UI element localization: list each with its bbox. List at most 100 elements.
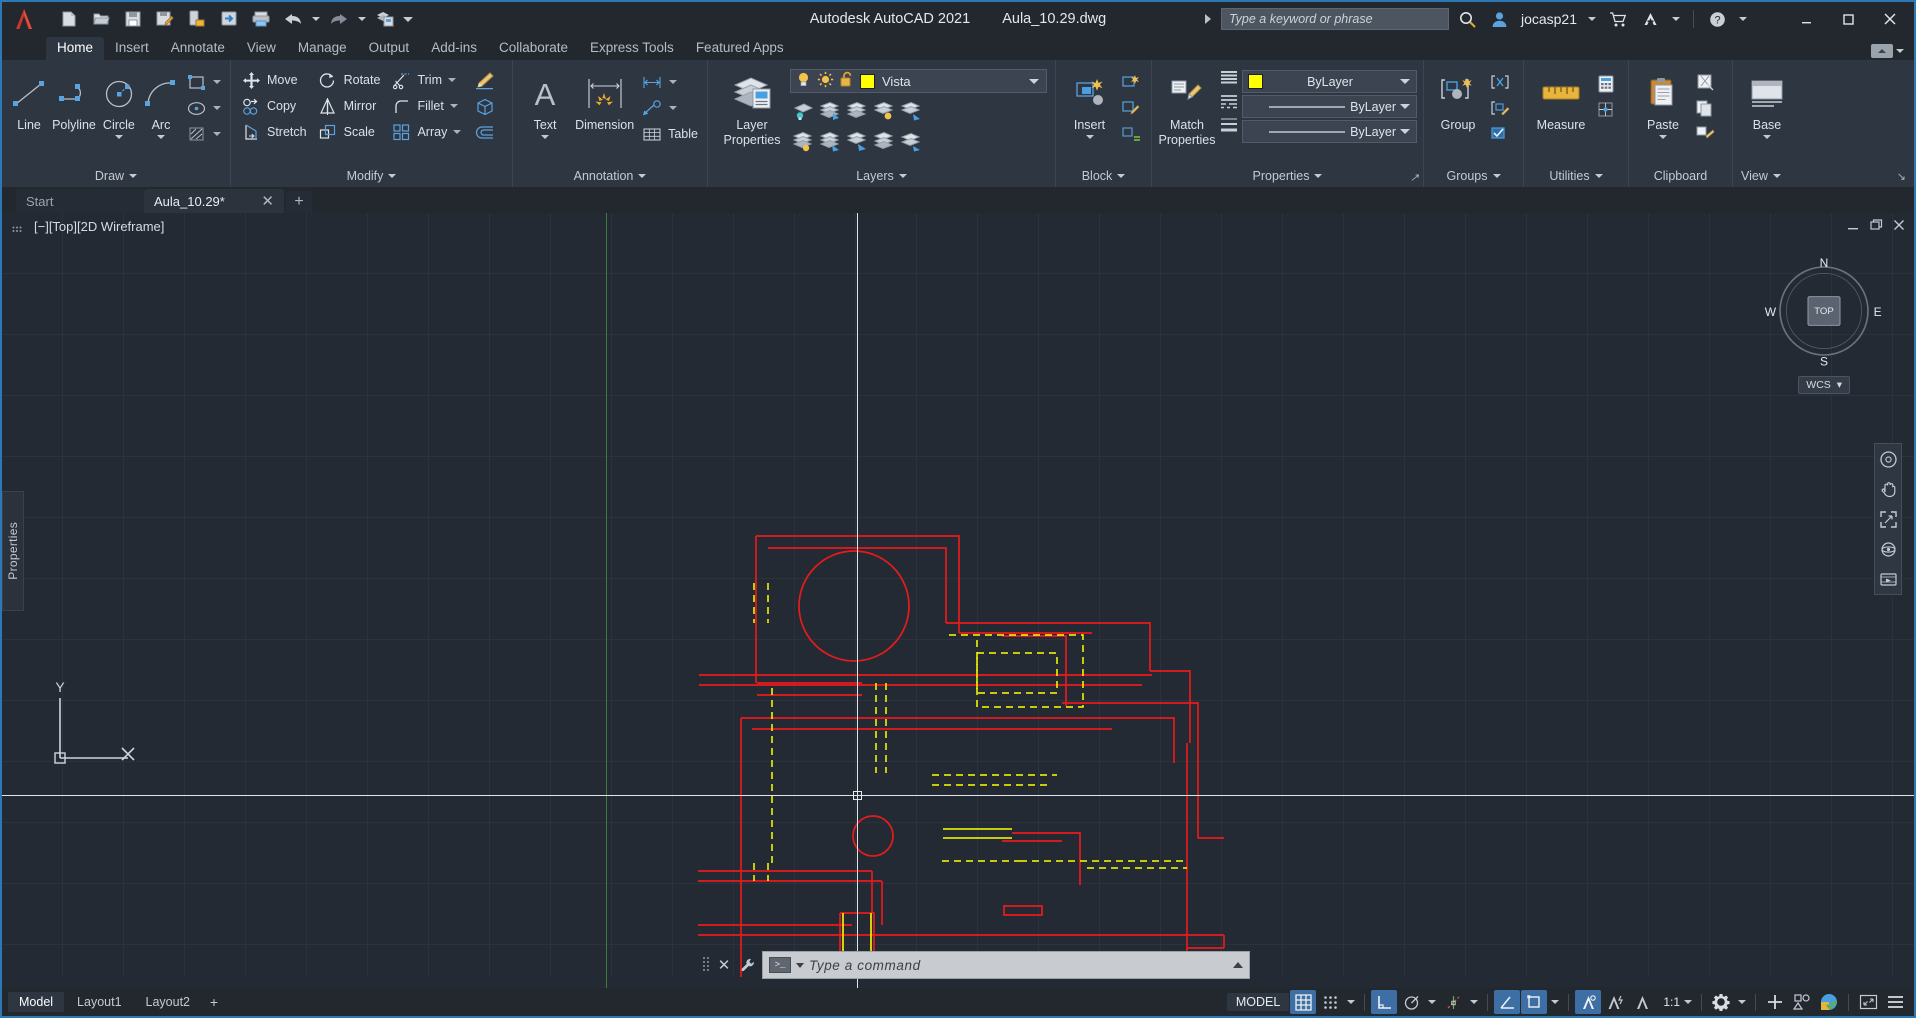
move-button[interactable]: Move (237, 67, 310, 93)
help-dropdown-arrow-icon[interactable] (1736, 6, 1750, 32)
orbit-icon[interactable] (1877, 538, 1899, 560)
viewport-grip-icon[interactable] (12, 222, 24, 232)
isometric-drafting-toggle[interactable] (1494, 990, 1521, 1014)
annotation-panel-title[interactable]: Annotation (513, 165, 707, 187)
block-panel-title[interactable]: Block (1056, 165, 1151, 187)
erase-button[interactable] (470, 67, 498, 93)
cut-button[interactable] (1691, 69, 1719, 95)
showmotion-icon[interactable] (1877, 568, 1899, 590)
rectangle-dropdown-arrow-icon[interactable] (213, 80, 222, 84)
workspace-settings-gear-icon[interactable] (1708, 990, 1734, 1014)
arc-dropdown-arrow-icon[interactable] (156, 135, 165, 139)
layout-tab-model[interactable]: Model (8, 992, 65, 1012)
group-button[interactable]: Group (1430, 67, 1486, 132)
snap-settings-arrow-icon[interactable] (1344, 990, 1358, 1014)
command-history-arrow-icon[interactable] (796, 962, 804, 968)
ungroup-button[interactable] (1486, 69, 1514, 95)
file-tab-start[interactable]: Start (16, 189, 144, 213)
object-color-dropdown-arrow-icon[interactable] (1400, 79, 1410, 84)
layer-dropdown[interactable]: Vista (790, 69, 1047, 93)
ribbon-minimize-icon[interactable] (1871, 44, 1893, 58)
new-file-tab-button[interactable]: + (286, 191, 312, 213)
layout-tab-layout1[interactable]: Layout1 (66, 992, 132, 1012)
help-icon[interactable]: ? (1704, 6, 1730, 32)
layer-previous-icon[interactable] (898, 129, 924, 155)
circle-dropdown-arrow-icon[interactable] (114, 135, 123, 139)
edit-block-button[interactable] (1117, 95, 1145, 121)
viewport-close-icon[interactable] (1892, 218, 1906, 235)
viewport-restore-icon[interactable] (1869, 218, 1883, 235)
copy-clip-button[interactable] (1691, 95, 1719, 121)
full-navigation-wheel-icon[interactable] (1877, 448, 1899, 470)
layers-panel-title[interactable]: Layers (708, 165, 1055, 187)
polar-tracking-toggle[interactable] (1398, 990, 1424, 1014)
group-selection-toggle[interactable] (1486, 121, 1514, 147)
mirror-button[interactable]: Mirror (314, 93, 384, 119)
object-snap-toggle[interactable] (1521, 990, 1548, 1014)
isodraft-settings-arrow-icon[interactable] (1548, 990, 1562, 1014)
properties-dialog-launcher-icon[interactable]: ↗ (1410, 171, 1419, 184)
layer-unlock-icon[interactable] (839, 71, 855, 91)
save-icon[interactable] (118, 5, 148, 33)
insert-block-button[interactable]: Insert (1062, 67, 1117, 139)
modify-panel-title[interactable]: Modify (231, 165, 512, 187)
match-properties-button[interactable]: Match Properties (1158, 67, 1216, 147)
autodesk-app-icon[interactable] (1637, 6, 1663, 32)
annotation-scale-auto-toggle[interactable] (1602, 990, 1628, 1014)
autodesk-dropdown-arrow-icon[interactable] (1669, 6, 1683, 32)
circle-button[interactable]: Circle (98, 67, 140, 139)
open-file-icon[interactable] (86, 5, 116, 33)
zoom-extents-icon[interactable] (1877, 508, 1899, 530)
search-input[interactable]: Type a keyword or phrase (1220, 8, 1449, 30)
leader-button[interactable] (638, 95, 701, 121)
ribbon-tab-manage[interactable]: Manage (287, 37, 358, 60)
search-expand-arrow-icon[interactable] (1204, 14, 1211, 24)
ellipse-dropdown-arrow-icon[interactable] (213, 106, 222, 110)
lineweight-dropdown[interactable]: ByLayer (1242, 120, 1417, 143)
minimize-window-button[interactable] (1788, 4, 1824, 34)
ellipse-button[interactable] (182, 95, 224, 121)
text-button[interactable]: A Text (519, 67, 571, 139)
command-expand-arrow-icon[interactable] (1233, 962, 1243, 968)
layer-off-icon[interactable] (871, 98, 897, 124)
linear-dimension-button[interactable] (638, 69, 701, 95)
file-tab-aula[interactable]: Aula_10.29* ✕ (144, 189, 284, 213)
quick-calc-button[interactable] (1592, 71, 1620, 97)
username-label[interactable]: jocasp21 (1519, 11, 1579, 27)
isolate-objects-icon[interactable] (1789, 990, 1815, 1014)
polyline-button[interactable]: Polyline (50, 67, 98, 132)
text-dropdown-arrow-icon[interactable] (541, 135, 550, 139)
utilities-panel-title[interactable]: Utilities (1524, 165, 1628, 187)
pan-icon[interactable] (1877, 478, 1899, 500)
layer-match-icon[interactable] (898, 98, 924, 124)
undo-dropdown-arrow-icon[interactable] (310, 5, 322, 33)
stretch-button[interactable]: Stretch (237, 119, 310, 145)
redo-dropdown-arrow-icon[interactable] (356, 5, 368, 33)
paste-button[interactable]: Paste (1635, 67, 1691, 139)
group-edit-button[interactable] (1486, 95, 1514, 121)
command-input[interactable]: >_ Type a command (762, 951, 1250, 979)
fillet-dropdown-arrow-icon[interactable] (449, 104, 458, 108)
dimension-button[interactable]: Dimension (571, 67, 638, 132)
match-properties-clip-button[interactable] (1691, 121, 1719, 147)
array-dropdown-arrow-icon[interactable] (453, 130, 462, 134)
account-dropdown-arrow-icon[interactable] (1585, 6, 1599, 32)
draw-panel-title[interactable]: Draw (2, 165, 230, 187)
clean-screen-icon[interactable] (1855, 990, 1881, 1014)
ribbon-tab-annotate[interactable]: Annotate (160, 37, 236, 60)
line-button[interactable]: Line (8, 67, 50, 132)
annotation-scale-display[interactable]: 1:1 (1656, 990, 1695, 1014)
maximize-window-button[interactable] (1830, 4, 1866, 34)
base-view-dropdown-arrow-icon[interactable] (1763, 135, 1771, 139)
ribbon-tab-collaborate[interactable]: Collaborate (488, 37, 579, 60)
qat-customize-arrow-icon[interactable] (402, 5, 414, 33)
layer-isolate-icon[interactable] (790, 98, 816, 124)
offset-button[interactable] (470, 119, 498, 145)
edit-attribute-button[interactable] (1117, 121, 1145, 147)
ribbon-tab-express-tools[interactable]: Express Tools (579, 37, 685, 60)
close-window-button[interactable] (1872, 4, 1908, 34)
batch-plot-icon[interactable] (370, 5, 400, 33)
undo-icon[interactable] (278, 5, 308, 33)
layer-freeze-sun-icon[interactable] (817, 71, 834, 91)
layer-turn-all-on-icon[interactable] (790, 129, 816, 155)
